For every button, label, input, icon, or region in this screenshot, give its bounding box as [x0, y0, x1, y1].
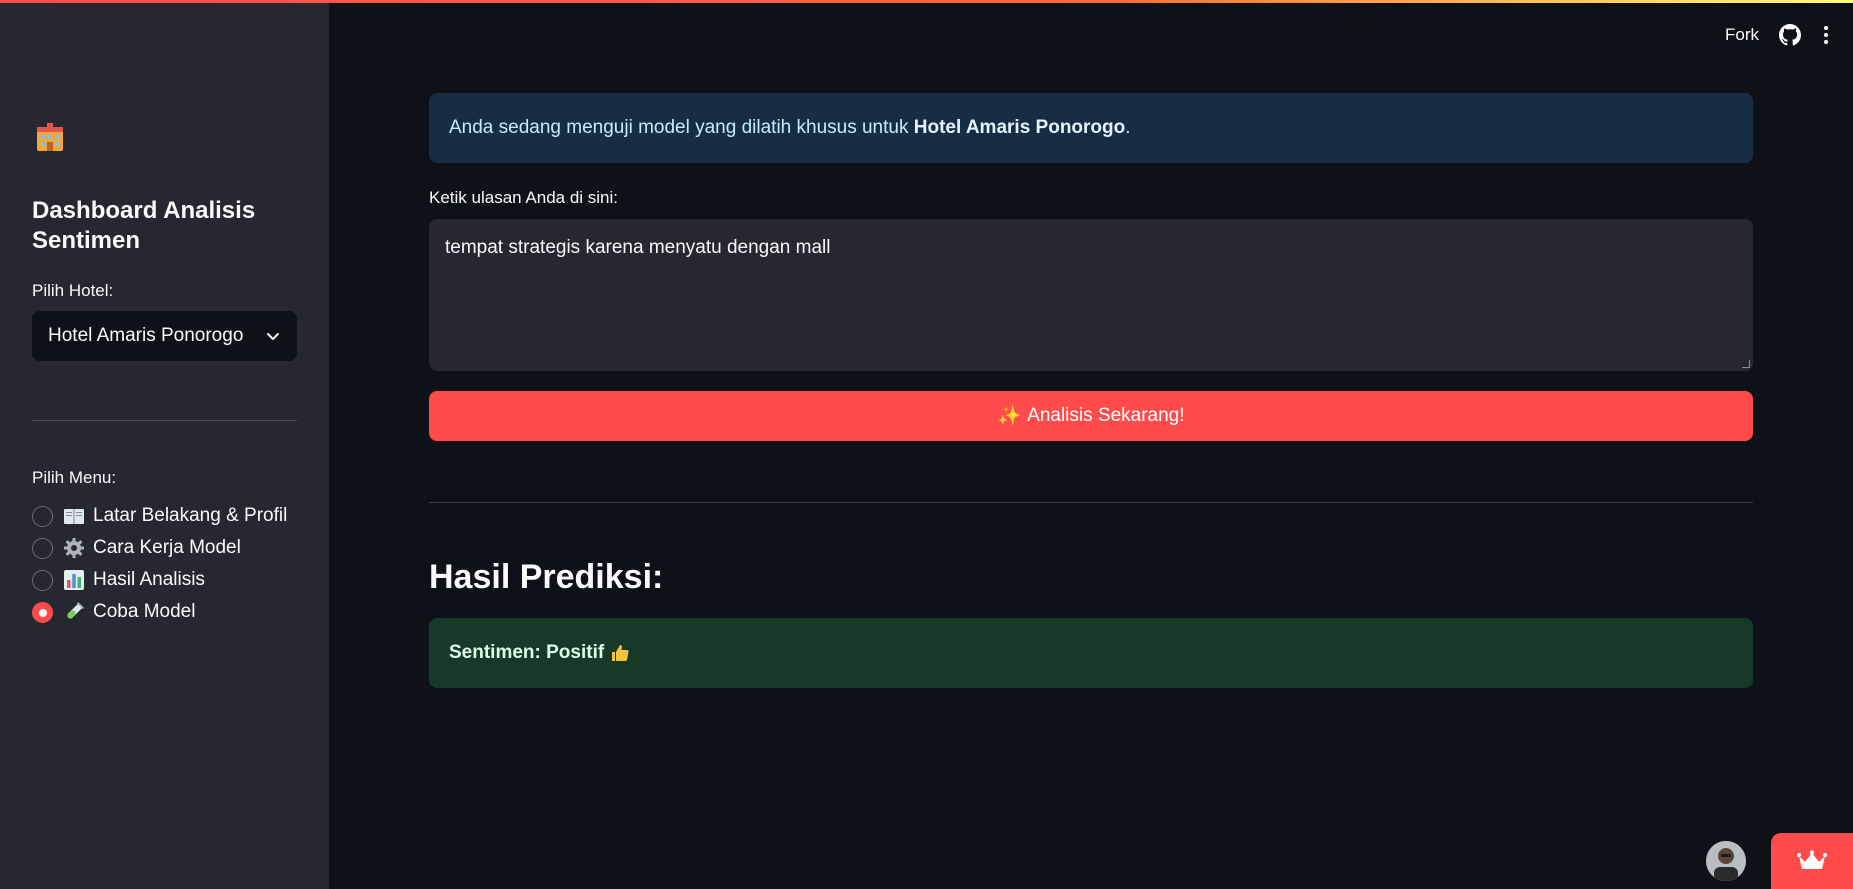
menu-radio-group: Latar Belakang & Profil Cara Kerja Model… [32, 500, 302, 628]
github-icon[interactable] [1779, 24, 1801, 46]
gear-icon [64, 538, 84, 558]
menu-item-cara-kerja[interactable]: Cara Kerja Model [32, 532, 302, 564]
avatar-image [1706, 841, 1746, 881]
menu-item-label: Cara Kerja Model [93, 537, 241, 558]
streamlit-crown-button[interactable] [1771, 833, 1853, 889]
success-alert: Sentimen: Positif [429, 618, 1753, 688]
menu-item-label: Latar Belakang & Profil [93, 505, 288, 526]
header-toolbar: Fork [1725, 24, 1831, 46]
result-text: Sentimen: Positif [449, 642, 605, 663]
result-heading: Hasil Prediksi: [429, 558, 664, 596]
radio-button[interactable] [32, 570, 53, 591]
fork-button[interactable]: Fork [1725, 25, 1759, 45]
review-textarea[interactable]: tempat strategis karena menyatu dengan m… [429, 219, 1753, 371]
hotel-icon [37, 123, 63, 151]
hotel-select-label: Pilih Hotel: [32, 281, 114, 300]
radio-button[interactable] [32, 506, 53, 527]
menu-item-label: Coba Model [93, 601, 196, 622]
crown-icon [1797, 850, 1827, 869]
menu-label: Pilih Menu: [32, 468, 117, 487]
info-alert: Anda sedang menguji model yang dilatih k… [429, 93, 1753, 163]
analyze-button[interactable]: ✨ Analisis Sekarang! [429, 391, 1753, 441]
menu-item-label: Hasil Analisis [93, 569, 205, 590]
menu-item-hasil-analisis[interactable]: Hasil Analisis [32, 564, 302, 596]
main-divider [429, 502, 1753, 503]
review-textarea-value: tempat strategis karena menyatu dengan m… [445, 237, 831, 258]
sidebar-divider [32, 420, 297, 421]
hotel-select-value: Hotel Amaris Ponorogo [48, 325, 244, 346]
sparkles-icon: ✨ [997, 406, 1022, 427]
main-content: Anda sedang menguji model yang dilatih k… [429, 93, 1753, 688]
top-decoration-stripe [0, 0, 1853, 3]
user-avatar[interactable] [1706, 841, 1746, 881]
menu-item-latar-belakang[interactable]: Latar Belakang & Profil [32, 500, 302, 532]
hotel-select[interactable]: Hotel Amaris Ponorogo [32, 311, 297, 361]
radio-button[interactable] [32, 538, 53, 559]
thumbs-up-icon [612, 645, 629, 661]
menu-item-coba-model[interactable]: Coba Model [32, 596, 302, 628]
review-input-label: Ketik ulasan Anda di sini: [429, 188, 619, 207]
info-prefix: Anda sedang menguji model yang dilatih k… [449, 117, 909, 138]
info-hotel-name: Hotel Amaris Ponorogo [913, 117, 1126, 138]
book-icon [64, 509, 84, 524]
chevron-down-icon [267, 333, 279, 340]
sidebar-title: Dashboard Analisis Sentimen [32, 197, 256, 254]
resize-handle[interactable] [1742, 360, 1750, 368]
test-tube-icon [67, 602, 84, 619]
analyze-button-label: Analisis Sekarang! [1027, 405, 1185, 426]
more-vertical-icon[interactable] [1821, 24, 1831, 46]
info-suffix: . [1125, 117, 1131, 138]
radio-button-checked[interactable] [32, 602, 53, 623]
sidebar: Dashboard Analisis Sentimen Pilih Hotel:… [0, 0, 329, 889]
bar-chart-icon [64, 570, 84, 590]
